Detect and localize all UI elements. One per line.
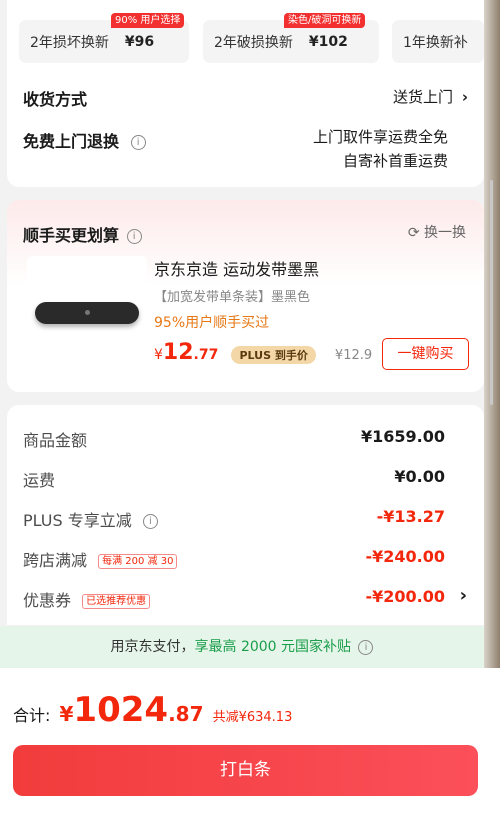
- price-int: 12: [162, 340, 194, 365]
- chevron-right-icon[interactable]: ›: [460, 585, 467, 606]
- headband-image: [35, 302, 139, 324]
- service-tag: 90% 用户选择: [111, 13, 185, 28]
- refresh-button[interactable]: ⟳ 换一换: [408, 222, 466, 242]
- product-promo: 95%用户顺手买过: [154, 315, 270, 331]
- delivery-value: 送货上门: [393, 88, 454, 106]
- total-dec: .87: [168, 702, 204, 726]
- service-tag: 染色/破洞可换新: [284, 13, 366, 28]
- service-card: 2年损坏换新 ¥96 90% 用户选择 2年破损换新 ¥102 染色/破洞可换新…: [7, 0, 484, 187]
- cross-store-label: 跨店满减: [23, 551, 88, 570]
- bundle-title: 顺手买更划算: [23, 226, 120, 245]
- free-return-line1: 上门取件享运费全免: [312, 128, 448, 146]
- price-dec: .77: [193, 347, 219, 363]
- shipping-label: 运费: [23, 471, 56, 490]
- free-return-label: 免费上门退换: [23, 132, 120, 151]
- total-saved: 共减¥634.13: [212, 710, 293, 725]
- info-icon[interactable]: i: [358, 639, 374, 655]
- service-name: 2年破损换新: [214, 34, 293, 51]
- goods-amount-label: 商品金额: [23, 431, 88, 450]
- orig-price: ¥12.9: [334, 348, 373, 363]
- delivery-label: 收货方式: [23, 90, 88, 109]
- cross-store-value: -¥240.00: [365, 547, 445, 566]
- coupon-row[interactable]: 优惠券 已选推荐优惠: [23, 587, 151, 611]
- service-option-3[interactable]: 1年换新补: [392, 20, 484, 63]
- price-summary-card: 商品金额 ¥1659.00 运费 ¥0.00 PLUS 专享立减 i -¥13.…: [7, 405, 484, 625]
- one-click-buy-button[interactable]: 一键购买: [382, 338, 469, 370]
- refresh-icon: ⟳: [407, 225, 420, 241]
- bundle-header: 顺手买更划算 i: [23, 222, 142, 246]
- free-return-line2: 自寄补首重运费: [342, 152, 448, 170]
- coupon-label: 优惠券: [23, 591, 72, 610]
- product-price: ¥12.77 PLUS 到手价 ¥12.9: [154, 340, 372, 365]
- plus-discount-row: PLUS 专享立减 i: [23, 507, 158, 531]
- info-icon[interactable]: i: [142, 514, 158, 529]
- pay-with-baitiao-button[interactable]: 打白条: [13, 745, 478, 796]
- total-row: 合计: ¥1024.87 共减¥634.13: [13, 690, 292, 730]
- product-spec: 【加宽发带单条装】墨黑色: [154, 290, 311, 305]
- service-price: ¥96: [124, 33, 155, 50]
- chevron-right-icon: ›: [461, 88, 468, 106]
- total-int: 1024: [73, 690, 169, 730]
- shipping-value: ¥0.00: [394, 467, 445, 486]
- total-label: 合计:: [13, 706, 51, 725]
- cross-store-row: 跨店满减 每满 200 减 30: [23, 547, 178, 571]
- bundle-card: 顺手买更划算 i ⟳ 换一换 京东京造 运动发带墨黑 【加宽发带单条装】墨黑色 …: [7, 200, 484, 392]
- scrollbar[interactable]: [490, 180, 493, 405]
- total-currency: ¥: [59, 702, 74, 726]
- free-return-row: 免费上门退换 i: [23, 128, 146, 152]
- coupon-tag: 已选推荐优惠: [82, 594, 151, 609]
- refresh-label: 换一换: [424, 225, 466, 241]
- banner-highlight: 享最高 2000 元国家补贴: [194, 639, 352, 655]
- pay-subsidy-banner[interactable]: 用京东支付，享最高 2000 元国家补贴 i: [0, 626, 484, 668]
- plus-discount-value: -¥13.27: [376, 507, 445, 526]
- coupon-value[interactable]: -¥200.00: [365, 587, 445, 606]
- plus-discount-label: PLUS 专享立减: [23, 511, 132, 530]
- service-name: 1年换新补: [403, 34, 468, 51]
- product-image[interactable]: [27, 256, 147, 374]
- price-currency: ¥: [154, 347, 163, 363]
- banner-prefix: 用京东支付，: [110, 639, 195, 655]
- band-logo: [85, 310, 90, 315]
- goods-amount-value: ¥1659.00: [360, 427, 445, 446]
- info-icon[interactable]: i: [126, 229, 142, 244]
- product-name[interactable]: 京东京造 运动发带墨黑: [154, 256, 319, 280]
- cross-store-tag: 每满 200 减 30: [98, 554, 178, 569]
- plus-price-badge: PLUS 到手价: [231, 345, 316, 364]
- service-name: 2年损坏换新: [30, 34, 109, 51]
- info-icon[interactable]: i: [130, 135, 146, 150]
- service-price: ¥102: [308, 33, 348, 50]
- delivery-method[interactable]: 送货上门 ›: [393, 86, 468, 107]
